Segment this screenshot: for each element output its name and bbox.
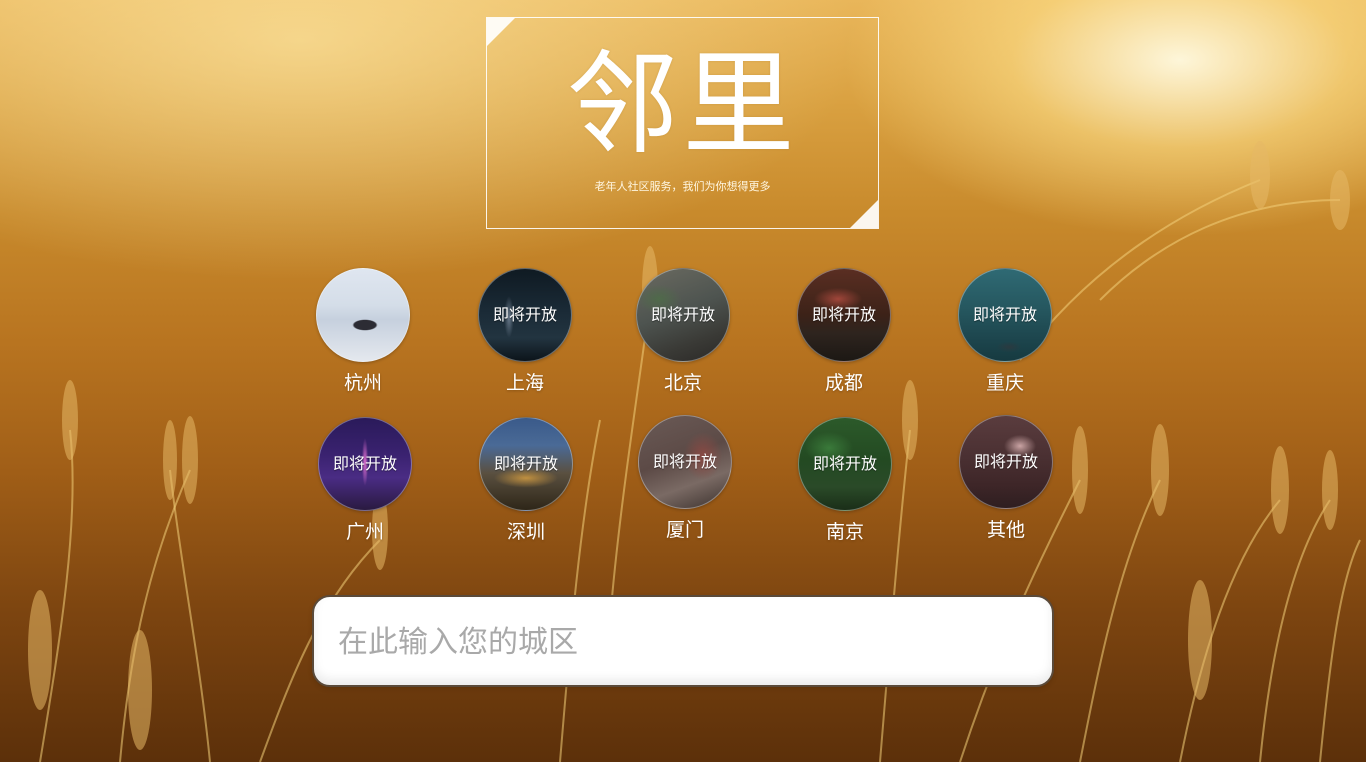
city-name[interactable]: 其他 bbox=[946, 518, 1066, 542]
landing-page: 邻里 老年人社区服务，我们为你想得更多 杭州 即将开放 上海 即将开放 北京 即… bbox=[0, 0, 1366, 762]
city-status-overlay: 即将开放 bbox=[492, 305, 557, 324]
app-tagline: 老年人社区服务，我们为你想得更多 bbox=[594, 180, 771, 193]
city-tile-other[interactable]: 即将开放 其他 bbox=[946, 415, 1066, 542]
app-logo-title: 邻里 bbox=[566, 40, 799, 170]
city-tile-beijing[interactable]: 即将开放 北京 bbox=[623, 268, 743, 395]
city-status-overlay: 即将开放 bbox=[332, 454, 397, 473]
city-name[interactable]: 上海 bbox=[465, 371, 585, 395]
logo-frame: 邻里 老年人社区服务，我们为你想得更多 bbox=[486, 17, 879, 229]
city-tile-chongqing[interactable]: 即将开放 重庆 bbox=[945, 268, 1065, 395]
city-tile-shenzhen[interactable]: 即将开放 深圳 bbox=[466, 417, 586, 544]
city-name[interactable]: 深圳 bbox=[466, 520, 586, 544]
city-name[interactable]: 重庆 bbox=[945, 371, 1065, 395]
city-name[interactable]: 成都 bbox=[784, 371, 904, 395]
city-status-overlay: 即将开放 bbox=[972, 305, 1037, 324]
city-name[interactable]: 杭州 bbox=[303, 371, 423, 395]
city-status-overlay: 即将开放 bbox=[812, 454, 877, 473]
city-thumbnail[interactable]: 即将开放 bbox=[479, 417, 573, 511]
city-tile-xiamen[interactable]: 即将开放 厦门 bbox=[625, 415, 745, 542]
city-name[interactable]: 广州 bbox=[305, 520, 425, 544]
logo-corner-bottom-right bbox=[850, 200, 878, 228]
city-thumbnail[interactable]: 即将开放 bbox=[797, 268, 891, 362]
city-status-overlay: 即将开放 bbox=[650, 305, 715, 324]
city-name[interactable]: 北京 bbox=[623, 371, 743, 395]
city-thumbnail[interactable]: 即将开放 bbox=[798, 417, 892, 511]
city-tile-chengdu[interactable]: 即将开放 成都 bbox=[784, 268, 904, 395]
city-tile-hangzhou[interactable]: 杭州 bbox=[303, 268, 423, 395]
city-status-overlay: 即将开放 bbox=[973, 452, 1038, 471]
city-thumbnail[interactable]: 即将开放 bbox=[478, 268, 572, 362]
city-thumbnail[interactable]: 即将开放 bbox=[318, 417, 412, 511]
city-status-overlay: 即将开放 bbox=[652, 452, 717, 471]
city-tile-guangzhou[interactable]: 即将开放 广州 bbox=[305, 417, 425, 544]
city-status-overlay: 即将开放 bbox=[493, 454, 558, 473]
city-thumbnail[interactable]: 即将开放 bbox=[636, 268, 730, 362]
city-search-input[interactable] bbox=[336, 617, 1030, 667]
city-thumbnail[interactable] bbox=[316, 268, 410, 362]
city-tile-shanghai[interactable]: 即将开放 上海 bbox=[465, 268, 585, 395]
city-thumbnail[interactable]: 即将开放 bbox=[959, 415, 1053, 509]
city-name[interactable]: 南京 bbox=[785, 520, 905, 544]
city-tile-nanjing[interactable]: 即将开放 南京 bbox=[785, 417, 905, 544]
city-thumbnail[interactable]: 即将开放 bbox=[958, 268, 1052, 362]
city-status-overlay: 即将开放 bbox=[811, 305, 876, 324]
city-thumbnail[interactable]: 即将开放 bbox=[638, 415, 732, 509]
city-search-box[interactable] bbox=[312, 595, 1054, 687]
city-name[interactable]: 厦门 bbox=[625, 518, 745, 542]
